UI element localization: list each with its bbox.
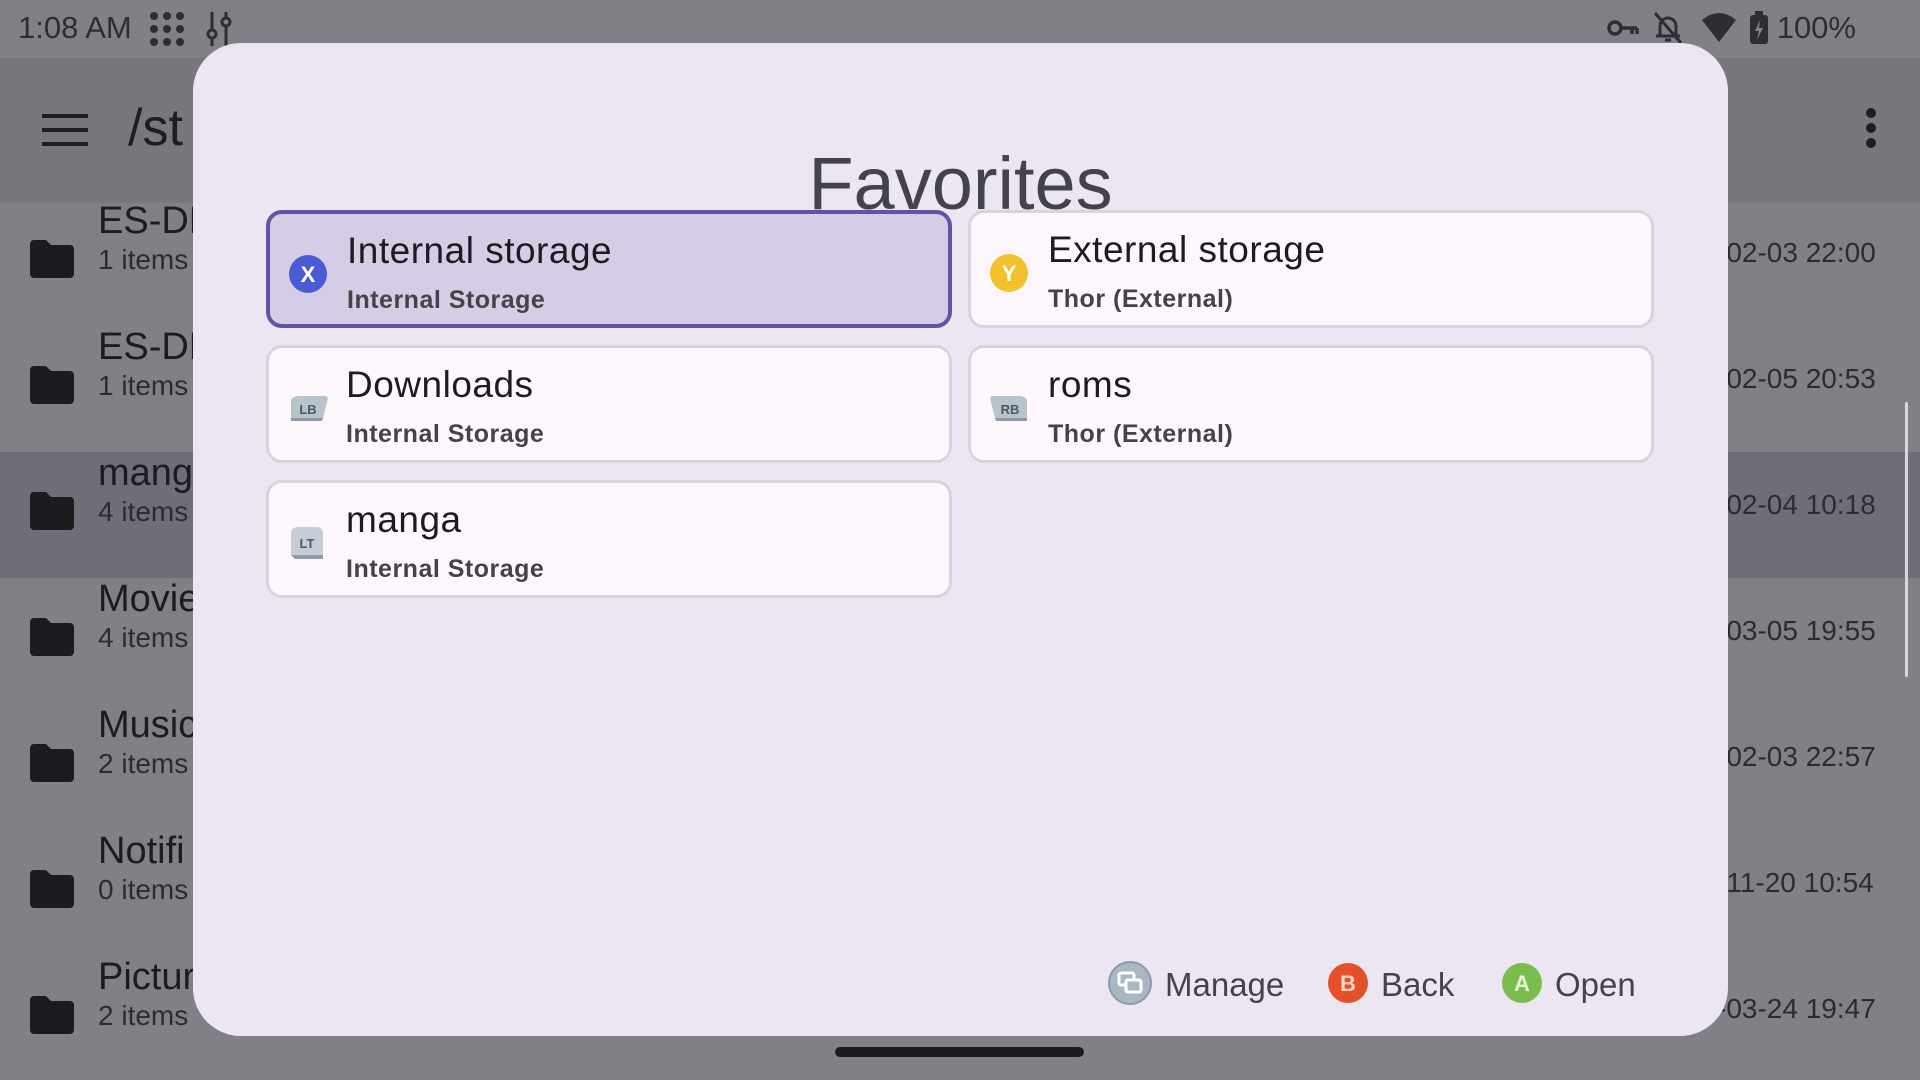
scrollbar[interactable] — [1905, 402, 1908, 677]
folder-icon — [30, 996, 74, 1039]
wifi-icon — [1700, 10, 1738, 51]
current-path: /st — [128, 99, 183, 157]
favorite-location: Internal Storage — [346, 420, 545, 448]
b-button-icon: B — [1327, 962, 1369, 1009]
view-button-icon — [1107, 960, 1153, 1011]
favorite-location: Thor (External) — [1048, 420, 1234, 448]
folder-icon — [30, 240, 74, 283]
favorite-location: Thor (External) — [1048, 285, 1234, 313]
favorite-name: roms — [1048, 364, 1133, 405]
file-date: -11-20 10:54 — [1717, 867, 1874, 898]
file-count: 2 items — [98, 748, 189, 779]
file-date: -02-03 22:57 — [1717, 741, 1876, 772]
favorites-dialog: Favorites X Internal storage Internal St… — [193, 43, 1728, 1036]
file-count: 4 items — [98, 622, 189, 653]
favorite-name: manga — [346, 499, 462, 540]
lt-trigger-icon: LT — [287, 523, 327, 563]
folder-icon — [30, 744, 74, 787]
svg-text:Y: Y — [1002, 261, 1017, 286]
a-button-icon: A — [1501, 962, 1543, 1009]
hamburger-menu-icon[interactable] — [42, 114, 88, 151]
folder-icon — [30, 618, 74, 661]
battery-percent: 100% — [1776, 10, 1856, 45]
status-time: 1:08 AM — [18, 10, 132, 45]
favorite-location: Internal Storage — [346, 555, 545, 583]
favorite-external-storage[interactable]: Y External storage Thor (External) — [968, 210, 1654, 328]
svg-text:RB: RB — [1001, 402, 1020, 417]
favorite-manga[interactable]: LT manga Internal Storage — [266, 480, 952, 598]
rb-bumper-icon: RB — [989, 388, 1029, 428]
more-vert-icon[interactable] — [1864, 108, 1878, 153]
file-date: -03-24 19:47 — [1717, 993, 1876, 1024]
lb-bumper-icon: LB — [287, 388, 328, 428]
open-label: Open — [1555, 966, 1636, 1003]
file-name: Notifi — [98, 830, 185, 872]
folder-icon — [30, 870, 74, 913]
file-count: 2 items — [98, 1000, 189, 1031]
gesture-nav-handle[interactable] — [835, 1047, 1084, 1057]
svg-text:LT: LT — [300, 536, 315, 551]
favorite-roms[interactable]: RB roms Thor (External) — [968, 345, 1654, 463]
file-name: Music — [98, 704, 198, 746]
back-button[interactable]: B Back — [1327, 961, 1454, 1009]
file-date: -02-05 20:53 — [1717, 363, 1876, 394]
app-grid-icon — [148, 10, 186, 53]
manage-button[interactable]: Manage — [1107, 960, 1285, 1011]
favorite-downloads[interactable]: LB Downloads Internal Storage — [266, 345, 952, 463]
favorite-internal-storage[interactable]: X Internal storage Internal Storage — [266, 210, 952, 328]
file-date: -02-04 10:18 — [1717, 489, 1876, 520]
file-count: 1 items — [98, 370, 189, 401]
folder-icon — [30, 366, 74, 409]
favorite-name: Downloads — [346, 364, 534, 405]
file-name: Pictur — [98, 956, 196, 998]
folder-icon — [30, 492, 74, 535]
file-count: 1 items — [98, 244, 189, 275]
favorite-name: Internal storage — [347, 230, 613, 271]
file-name: mang — [98, 452, 194, 494]
svg-text:A: A — [1514, 971, 1530, 996]
battery-charging-icon — [1748, 10, 1770, 51]
y-button-icon: Y — [989, 253, 1029, 293]
back-label: Back — [1381, 966, 1455, 1003]
favorite-name: External storage — [1048, 229, 1326, 270]
favorite-location: Internal Storage — [347, 286, 546, 314]
open-button[interactable]: A Open — [1501, 961, 1636, 1009]
manage-label: Manage — [1165, 966, 1285, 1003]
file-name: Movie — [98, 578, 200, 620]
file-date: -03-05 19:55 — [1717, 615, 1876, 646]
svg-text:B: B — [1340, 971, 1356, 996]
file-date: -02-03 22:00 — [1717, 237, 1876, 268]
file-count: 4 items — [98, 496, 189, 527]
svg-text:X: X — [301, 262, 316, 287]
file-count: 0 items — [98, 874, 189, 905]
svg-text:LB: LB — [299, 402, 316, 417]
x-button-icon: X — [288, 254, 328, 294]
